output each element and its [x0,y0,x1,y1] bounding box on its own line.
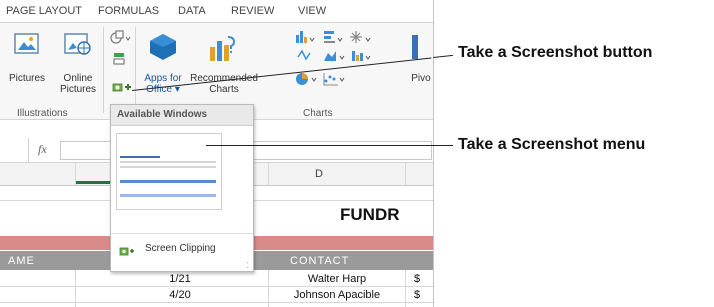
thumbnail-line [120,194,216,197]
tab-page-layout[interactable]: PAGE LAYOUT [6,5,82,17]
pictures-label: Pictures [8,73,46,84]
tab-data[interactable]: DATA [178,5,206,17]
table-cell-contact[interactable]: Walter Harp [270,273,404,285]
resize-grip-icon[interactable]: ⁚ [246,261,249,270]
recommended-charts-icon[interactable] [208,35,238,68]
column-divider [405,163,406,185]
group-separator [103,27,104,113]
column-gridline [405,270,406,307]
menu-header: Available Windows [111,105,253,126]
row-gridline [0,286,433,287]
header-cell-name[interactable]: AME [8,255,35,267]
tab-view[interactable]: VIEW [298,5,326,17]
table-cell-amount[interactable]: $ [410,289,424,301]
callout-line-menu-ext [433,145,453,146]
tab-review[interactable]: REVIEW [231,5,274,17]
row-gridline [0,302,433,303]
apps-for-office-icon[interactable] [148,33,178,66]
column-divider [268,163,269,185]
available-windows-label: Available Windows [117,109,208,120]
column-header-d[interactable]: D [315,168,323,180]
pivot-chart-icon[interactable] [412,35,418,59]
table-cell-date[interactable]: 4/20 [150,289,210,301]
namebox-edge [0,138,29,162]
pictures-icon[interactable] [14,31,40,62]
group-separator [135,27,136,113]
fx-label[interactable]: fx [38,142,47,157]
column-divider [75,163,76,185]
table-cell-date[interactable]: 1/21 [150,273,210,285]
screen-clipping-label: Screen Clipping [145,243,216,254]
screen-clipping-icon [119,247,134,256]
online-pictures-icon[interactable] [64,31,92,62]
ribbon-tabs: PAGE LAYOUT FORMULAS DATA REVIEW VIEW [0,0,433,23]
screenshot-icon[interactable] [112,80,132,99]
thumbnail-titlebar [120,156,160,158]
screen-clipping-item[interactable]: Screen Clipping [115,239,247,261]
thumbnail-line [120,166,216,168]
callout-line-button-ext [433,54,453,58]
selected-column-marker [75,181,115,184]
tab-formulas[interactable]: FORMULAS [98,5,159,17]
callout-line-menu [206,145,433,146]
column-gridline [268,270,269,307]
thumbnail-line [120,180,216,183]
column-gridline [75,270,76,307]
chart-type-icons[interactable] [294,29,406,98]
callout-take-screenshot-button: Take a Screenshot button [458,44,653,61]
take-screenshot-menu: Available Windows Screen Clipping ⁚ [110,104,254,272]
header-cell-contact[interactable]: CONTACT [290,255,349,267]
table-cell-amount[interactable]: $ [410,273,424,285]
pivot-label: Pivo [411,73,431,84]
menu-footer: Screen Clipping ⁚ [111,233,253,272]
thumbnail-line [120,161,216,163]
recommended-charts-label: Recommended Charts [190,73,258,95]
online-pictures-label: Online Pictures [59,73,97,95]
group-label-charts: Charts [303,108,333,119]
excel-window: PAGE LAYOUT FORMULAS DATA REVIEW VIEW Pi… [0,0,434,307]
smartart-icon[interactable] [112,51,128,72]
callout-take-screenshot-menu: Take a Screenshot menu [458,136,646,153]
sheet-title[interactable]: FUNDR [340,205,400,225]
shapes-icon[interactable] [110,29,132,50]
table-cell-contact[interactable]: Johnson Apacible [270,289,404,301]
group-label-illustrations: Illustrations [17,108,68,119]
